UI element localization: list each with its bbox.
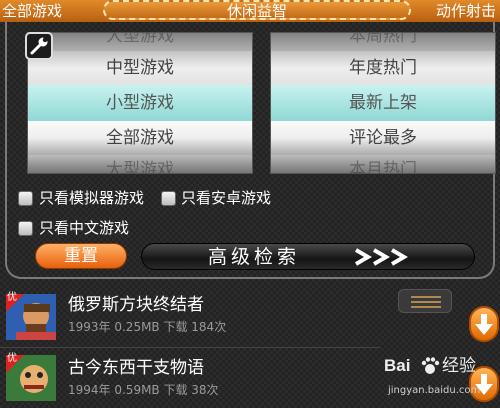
- tab-casual-puzzle[interactable]: 休闲益智: [103, 0, 411, 20]
- android-only-label: 只看安卓游戏: [181, 189, 272, 207]
- category-bar: 全部游戏 休闲益智 动作射击: [0, 0, 500, 22]
- wrench-settings-button[interactable]: [25, 32, 53, 60]
- android-only-checkbox[interactable]: [161, 191, 176, 206]
- reset-button[interactable]: 重置: [35, 243, 127, 269]
- game-size-picker[interactable]: 大型游戏 中型游戏 小型游戏 全部游戏 大型游戏: [27, 32, 253, 174]
- tab-casual-puzzle-label: 休闲益智: [226, 2, 287, 20]
- picker-item[interactable]: 大型游戏: [28, 155, 252, 173]
- picker-item[interactable]: 本月热门: [271, 155, 495, 173]
- paw-icon: [421, 357, 440, 374]
- emulator-only-checkbox[interactable]: [18, 191, 33, 206]
- game-title: 古今东西干支物语: [68, 358, 204, 378]
- watermark-logo-right: 经验: [442, 356, 476, 376]
- game-title: 俄罗斯方块终结者: [68, 295, 204, 315]
- tab-action-shooting[interactable]: 动作射击: [436, 1, 496, 21]
- game-list-item[interactable]: 优 俄罗斯方块终结者 1993年 0.25MB 下载 184次: [0, 289, 500, 347]
- picker-item-selected[interactable]: 最新上架: [271, 85, 495, 121]
- tab-all-games[interactable]: 全部游戏: [2, 1, 62, 21]
- advanced-search-label: 高级检索: [208, 246, 301, 268]
- picker-item[interactable]: 全部游戏: [28, 121, 252, 155]
- game-meta: 1993年 0.25MB 下载 184次: [68, 320, 227, 334]
- game-meta: 1994年 0.59MB 下载 38次: [68, 383, 219, 397]
- watermark-logo-left: Bai: [384, 356, 411, 375]
- emulator-only-label: 只看模拟器游戏: [39, 189, 145, 207]
- picker-item[interactable]: 本周热门: [271, 33, 495, 51]
- picker-item-selected[interactable]: 小型游戏: [28, 85, 252, 121]
- chinese-only-label: 只看中文游戏: [39, 219, 130, 237]
- premium-badge: 优: [7, 353, 17, 364]
- advanced-search-button[interactable]: 高级检索: [141, 243, 475, 270]
- picker-item[interactable]: 年度热门: [271, 51, 495, 85]
- sort-order-picker[interactable]: 本周热门 年度热门 最新上架 评论最多 本月热门: [270, 32, 496, 174]
- triple-arrow-icon: [354, 248, 408, 266]
- download-arrow-icon: [475, 314, 493, 335]
- picker-item[interactable]: 评论最多: [271, 121, 495, 155]
- chinese-only-checkbox[interactable]: [18, 221, 33, 236]
- filter-panel: 大型游戏 中型游戏 小型游戏 全部游戏 大型游戏 本周热门 年度热门 最新上架 …: [5, 22, 496, 279]
- picker-item[interactable]: 中型游戏: [28, 51, 252, 85]
- download-button[interactable]: [469, 306, 499, 342]
- picker-item[interactable]: 大型游戏: [28, 33, 252, 51]
- premium-badge: 优: [7, 292, 17, 303]
- row-divider: [0, 347, 380, 348]
- wrench-icon: [30, 35, 50, 55]
- watermark-url: jingyan.baidu.com: [388, 385, 481, 396]
